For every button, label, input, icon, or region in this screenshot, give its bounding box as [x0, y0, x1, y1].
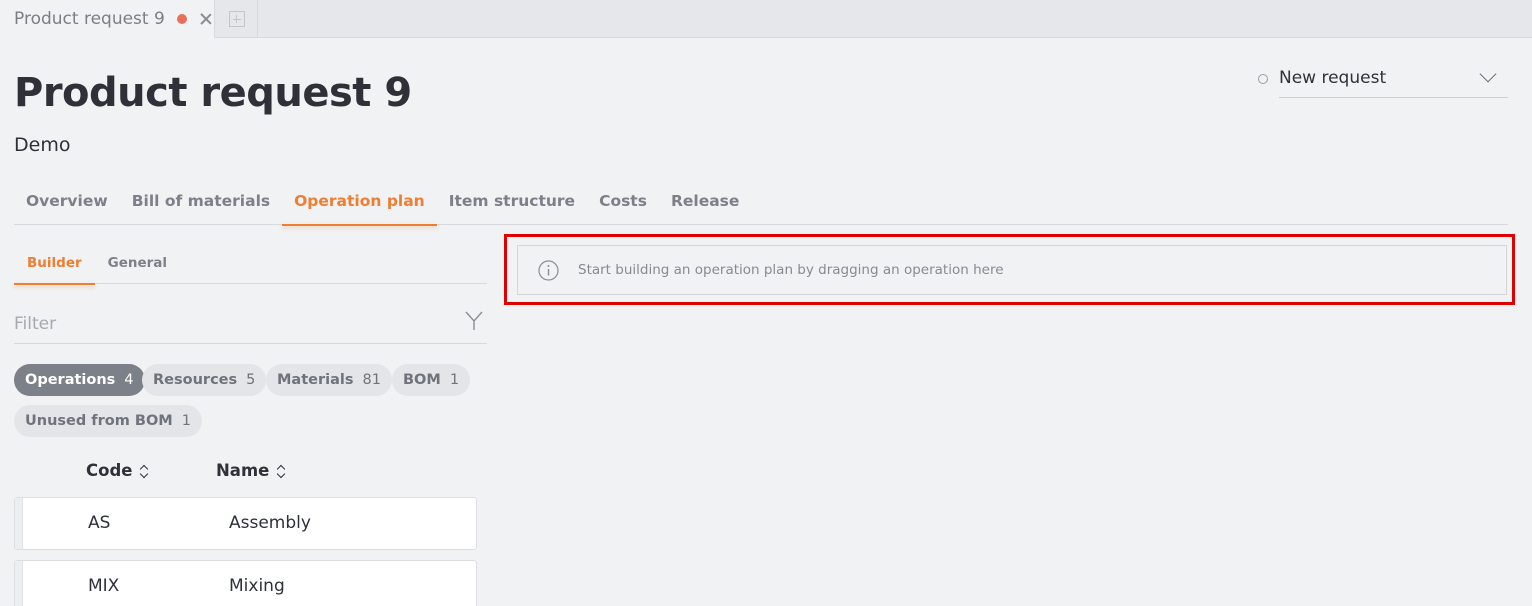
chip-count: 4	[124, 372, 134, 388]
tab-builder[interactable]: Builder	[14, 246, 95, 285]
chip-label: Unused from BOM	[25, 413, 173, 429]
chip-label: Operations	[25, 372, 116, 388]
document-tab[interactable]: Product request 9	[0, 0, 215, 38]
filter-icon[interactable]	[465, 311, 483, 331]
status-select-field[interactable]: New request	[1279, 60, 1508, 98]
drag-handle[interactable]	[15, 561, 23, 606]
add-tab-icon	[228, 11, 245, 27]
sort-icon	[277, 464, 285, 478]
table-row[interactable]: AS Assembly	[14, 497, 477, 550]
chip-count: 1	[449, 372, 460, 388]
filter-row	[14, 305, 487, 344]
operation-drop-zone[interactable]: Start building an operation plan by drag…	[517, 245, 1507, 295]
info-icon	[538, 259, 559, 281]
operation-code: MIX	[88, 576, 120, 596]
operation-name: Mixing	[229, 576, 285, 596]
page-title: Product request 9	[14, 70, 412, 116]
new-tab-button[interactable]	[216, 0, 258, 38]
status-indicator-icon	[1258, 74, 1268, 84]
column-header-name[interactable]: Name	[216, 461, 285, 480]
main-tabs: Overview Bill of materials Operation pla…	[14, 180, 1508, 226]
chip-label: Resources	[153, 372, 238, 388]
drop-zone-message: Start building an operation plan by drag…	[578, 262, 1004, 278]
tab-overview[interactable]: Overview	[14, 180, 120, 225]
filter-input[interactable]	[14, 311, 454, 337]
tab-operation-plan[interactable]: Operation plan	[282, 180, 437, 226]
column-header-code[interactable]: Code	[86, 461, 148, 480]
drag-handle[interactable]	[15, 498, 23, 549]
page-subtitle: Demo	[14, 134, 71, 156]
close-icon[interactable]	[199, 12, 213, 26]
chevron-down-icon[interactable]	[1479, 65, 1497, 83]
table-row[interactable]: MIX Mixing	[14, 560, 477, 606]
tab-item-structure[interactable]: Item structure	[437, 180, 587, 225]
chip-resources[interactable]: Resources 5	[142, 364, 267, 396]
unsaved-indicator-icon	[176, 14, 187, 24]
chip-unused-from-bom[interactable]: Unused from BOM 1	[14, 405, 202, 437]
chip-label: Materials	[277, 372, 354, 388]
chip-count: 81	[362, 372, 381, 388]
chip-materials[interactable]: Materials 81	[266, 364, 392, 396]
column-header-label: Name	[216, 461, 270, 480]
chip-label: BOM	[403, 372, 441, 388]
operation-code: AS	[88, 513, 111, 533]
document-tab-title: Product request 9	[14, 9, 165, 29]
sort-icon	[140, 464, 148, 478]
status-dropdown[interactable]: New request	[1258, 60, 1508, 98]
tab-bill-of-materials[interactable]: Bill of materials	[120, 180, 282, 225]
chip-count: 1	[181, 413, 191, 429]
document-tab-bar: Product request 9	[0, 0, 1532, 38]
chip-operations[interactable]: Operations 4	[14, 364, 145, 396]
column-header-label: Code	[86, 461, 133, 480]
tab-general[interactable]: General	[95, 246, 180, 284]
tab-release[interactable]: Release	[659, 180, 751, 225]
operation-name: Assembly	[229, 513, 311, 533]
chip-count: 5	[246, 372, 256, 388]
chip-bom[interactable]: BOM 1	[392, 364, 471, 396]
tab-costs[interactable]: Costs	[587, 180, 659, 225]
status-value: New request	[1279, 68, 1387, 88]
builder-sub-tabs: Builder General	[14, 246, 487, 285]
